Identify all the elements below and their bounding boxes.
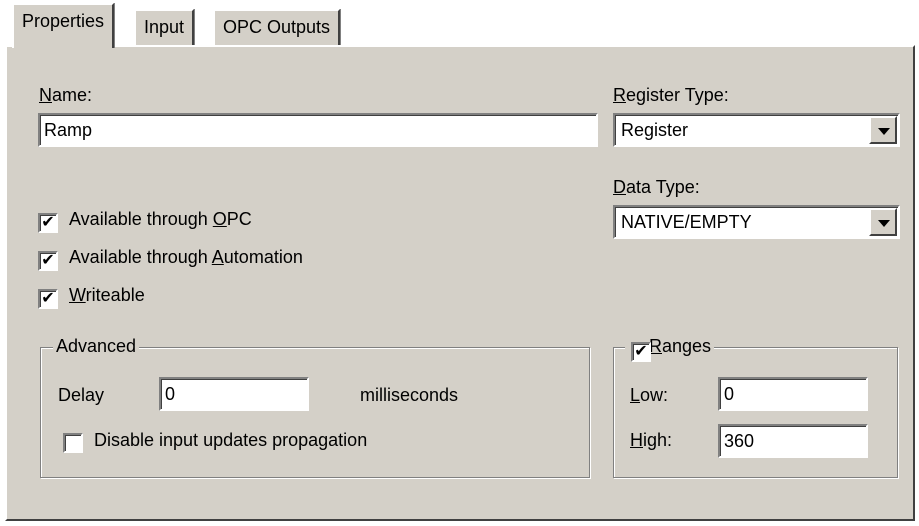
available-opc-label[interactable]: Available through OPC [69,209,252,230]
high-label: High: [630,430,673,450]
disable-propagation-checkbox[interactable] [63,433,83,453]
chevron-down-icon [878,220,890,227]
writeable-label[interactable]: Writeable [69,285,145,306]
tab-properties[interactable]: Properties [12,3,115,48]
register-type-value: Register [621,120,689,140]
tab-properties-label: Properties [22,11,105,31]
name-label: Name: [39,85,93,105]
register-type-label: Register Type: [613,85,729,105]
data-type-value: NATIVE/EMPTY [621,212,752,232]
tab-opc-outputs-label: OPC Outputs [223,17,331,37]
writeable-checkbox[interactable]: ✔ [38,289,58,309]
high-input[interactable]: 360 [718,424,868,458]
advanced-legend: Advanced [53,336,140,357]
available-automation-label[interactable]: Available through Automation [69,247,303,268]
available-opc-checkbox[interactable]: ✔ [38,213,58,233]
delay-input[interactable]: 0 [159,377,309,411]
properties-panel: Name: Ramp Register Type: Register Data … [5,45,915,521]
register-type-dropdown-button[interactable] [869,116,897,144]
data-type-dropdown-button[interactable] [869,208,897,236]
tab-input[interactable]: Input [134,9,195,45]
ranges-group [613,347,898,478]
ranges-checkbox[interactable]: ✔ [631,342,651,362]
low-input[interactable]: 0 [718,377,868,411]
delay-unit-label: milliseconds [360,385,459,405]
low-label: Low: [630,385,669,405]
tab-input-label: Input [144,17,185,37]
data-type-label: Data Type: [613,177,700,197]
available-automation-checkbox[interactable]: ✔ [38,251,58,271]
name-input[interactable]: Ramp [38,113,598,147]
delay-label: Delay [58,385,105,405]
advanced-group [40,347,590,478]
tab-opc-outputs[interactable]: OPC Outputs [213,9,341,45]
tab-strip: Properties Input OPC Outputs [0,0,919,48]
disable-propagation-label[interactable]: Disable input updates propagation [94,430,367,451]
data-type-dropdown[interactable]: NATIVE/EMPTY [613,205,900,239]
register-type-dropdown[interactable]: Register [613,113,900,147]
ranges-legend-label: Ranges [649,336,712,356]
chevron-down-icon [878,128,890,135]
